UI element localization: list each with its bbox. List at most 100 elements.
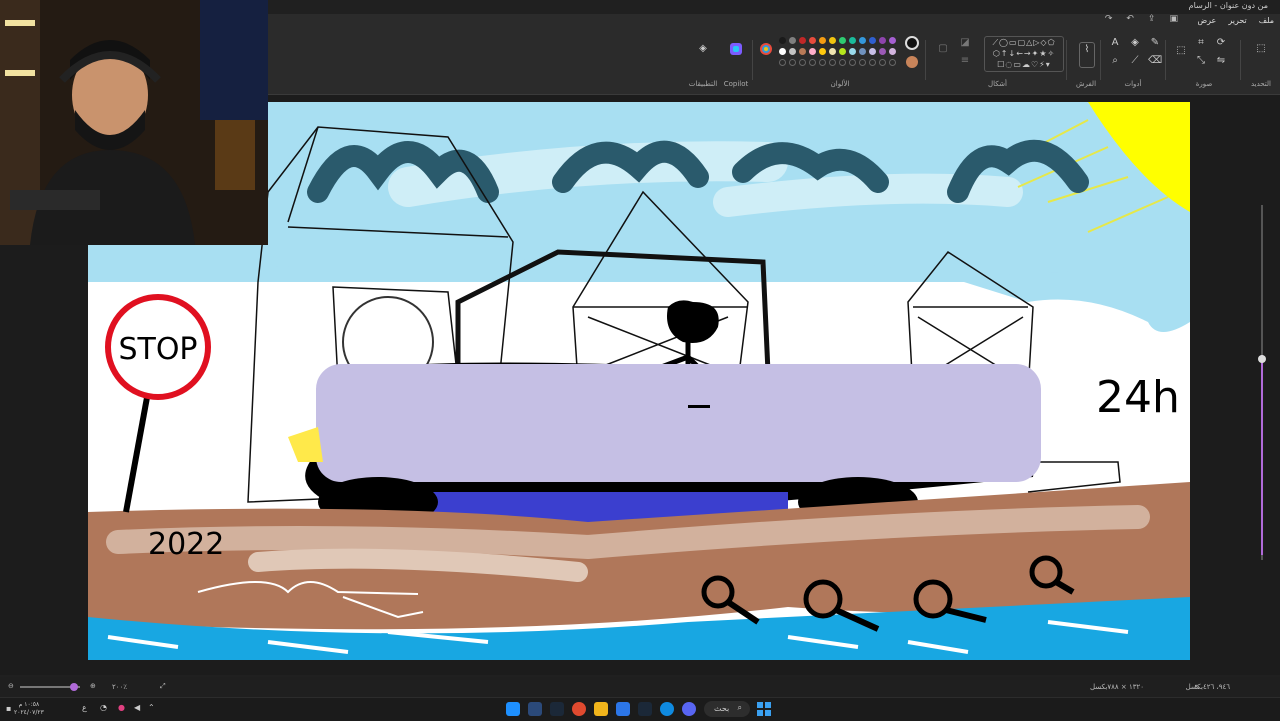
cursor-icon: ↖ — [1194, 683, 1200, 691]
zoom-out-icon[interactable]: ⊖ — [8, 682, 14, 690]
undo-icon[interactable]: ↶ — [1126, 14, 1134, 24]
shape-size-icon[interactable]: ≡ — [958, 54, 972, 68]
color-picker-icon[interactable]: ⟋ — [1128, 54, 1142, 68]
color-swatch[interactable] — [819, 48, 826, 55]
zoom-slider[interactable] — [1258, 205, 1266, 560]
empty-swatch[interactable] — [789, 59, 796, 66]
color-swatch[interactable] — [849, 37, 856, 44]
empty-swatch[interactable] — [869, 59, 876, 66]
zoom-in-icon[interactable]: ⊕ — [90, 682, 96, 690]
language-indicator[interactable]: ع — [82, 703, 87, 712]
image-select-icon[interactable]: ⬚ — [1174, 44, 1188, 58]
app-icon[interactable] — [528, 702, 542, 716]
empty-swatch[interactable] — [839, 59, 846, 66]
discord-icon[interactable] — [682, 702, 696, 716]
flip-icon[interactable]: ⇋ — [1214, 54, 1228, 68]
color-swatch[interactable] — [779, 48, 786, 55]
color-swatch[interactable] — [829, 37, 836, 44]
empty-swatch[interactable] — [879, 59, 886, 66]
shapes-gallery[interactable]: ⟋◯▭▢△▷◇⬠ ⬡↑↓←→✦★✧ ☐◌▭☁♡⚡▾ — [984, 36, 1064, 72]
crop-icon[interactable]: ⌗ — [1194, 36, 1208, 50]
text-icon[interactable]: A — [1108, 36, 1122, 50]
primary-color[interactable] — [905, 36, 919, 50]
color-swatch[interactable] — [839, 48, 846, 55]
color-swatch[interactable] — [879, 48, 886, 55]
steam-icon-2[interactable] — [638, 702, 652, 716]
rotate-icon[interactable]: ⟳ — [1214, 36, 1228, 50]
start-icon[interactable] — [757, 702, 771, 716]
empty-swatch[interactable] — [859, 59, 866, 66]
color-swatch[interactable] — [869, 48, 876, 55]
menu-file[interactable]: ملف — [1259, 14, 1274, 30]
quick-access: ▣ ⇪ ↶ ↷ — [1105, 14, 1178, 24]
brush-icon[interactable]: ⌇ — [1079, 42, 1095, 68]
file-explorer-icon[interactable] — [594, 702, 608, 716]
layers-icon[interactable]: ◈ — [696, 42, 710, 56]
color-swatch[interactable] — [819, 37, 826, 44]
search-box[interactable]: بحث ⌕ — [704, 701, 750, 717]
menu-bar: ملف تحرير عرض — [1197, 14, 1274, 30]
color-swatch[interactable] — [779, 37, 786, 44]
empty-swatch[interactable] — [849, 59, 856, 66]
color-swatch[interactable] — [809, 37, 816, 44]
car-handle — [688, 405, 710, 408]
steam-icon[interactable] — [550, 702, 564, 716]
volume-icon[interactable]: ◀ — [134, 703, 140, 712]
select-icon[interactable]: ⬚ — [1254, 42, 1268, 56]
color-swatch[interactable] — [859, 37, 866, 44]
empty-swatch[interactable] — [809, 59, 816, 66]
zoom-slider-thumb[interactable] — [1258, 355, 1266, 363]
secondary-color[interactable] — [906, 56, 918, 68]
fill-icon[interactable]: ◈ — [1128, 36, 1142, 50]
empty-swatch[interactable] — [889, 59, 896, 66]
empty-swatch[interactable] — [799, 59, 806, 66]
color-swatch[interactable] — [889, 48, 896, 55]
redo-icon[interactable]: ↷ — [1105, 14, 1113, 24]
empty-swatch[interactable] — [819, 59, 826, 66]
color-swatch[interactable] — [789, 37, 796, 44]
zoom-bar[interactable] — [20, 683, 80, 691]
apps-group-label: التطبيقات — [688, 80, 718, 88]
year-text: 2022 — [148, 527, 224, 562]
fit-icon[interactable]: ⤢ — [160, 682, 166, 691]
share-icon[interactable]: ⇪ — [1148, 14, 1156, 24]
tray-chevron-icon[interactable]: ⌃ — [148, 703, 155, 712]
search-label: بحث — [714, 704, 730, 713]
color-swatch[interactable] — [849, 48, 856, 55]
image-group: ⬚ ⌗ ⤡ ⟳ ⇋ صورة — [1170, 34, 1238, 90]
save-icon[interactable]: ▣ — [1169, 14, 1178, 24]
pencil-icon[interactable]: ✎ — [1148, 36, 1162, 50]
color-swatch[interactable] — [829, 48, 836, 55]
edge-icon[interactable] — [660, 702, 674, 716]
color-swatch[interactable] — [839, 37, 846, 44]
chrome-icon[interactable] — [572, 702, 586, 716]
color-swatch[interactable] — [859, 48, 866, 55]
color-swatch[interactable] — [789, 48, 796, 55]
color-swatch[interactable] — [809, 48, 816, 55]
menu-view[interactable]: عرض — [1197, 14, 1216, 30]
resize-icon[interactable]: ⤡ — [1194, 54, 1208, 68]
color-swatch[interactable] — [889, 37, 896, 44]
menu-edit[interactable]: تحرير — [1228, 14, 1246, 30]
cursor-position: ٩٤٦، ٤٢٦بكسل — [1185, 683, 1230, 691]
shape-outline-icon[interactable]: ▢ — [936, 42, 950, 56]
empty-swatch[interactable] — [779, 59, 786, 66]
color-swatch[interactable] — [879, 37, 886, 44]
edit-colors-icon[interactable] — [759, 42, 773, 56]
color-swatch[interactable] — [869, 37, 876, 44]
store-icon[interactable] — [616, 702, 630, 716]
magnifier-icon[interactable]: ⌕ — [1108, 54, 1122, 68]
zoom-level[interactable]: ٢٠٠٪ — [112, 683, 127, 691]
status-bar: ٩٤٦، ٤٢٦بكسل ↖ ١٣٢٠ × ٧٨٨بكسل ⊖ ⊕ ٢٠٠٪ ⤢ — [0, 677, 1280, 697]
wifi-icon[interactable]: ◔ — [100, 703, 107, 712]
clock[interactable]: ١٠:٥٨ م ٢٠٢٤/٠٧/٢٣ — [14, 701, 44, 717]
copilot-icon[interactable] — [729, 42, 743, 56]
edge-canary-icon[interactable] — [506, 702, 520, 716]
eraser-icon[interactable]: ⌫ — [1148, 54, 1162, 68]
notification-icon[interactable]: ▪ — [6, 704, 11, 713]
shape-fill-icon[interactable]: ◪ — [958, 36, 972, 50]
empty-swatch[interactable] — [829, 59, 836, 66]
color-swatch[interactable] — [799, 48, 806, 55]
mic-icon[interactable]: ● — [118, 703, 125, 712]
color-swatch[interactable] — [799, 37, 806, 44]
